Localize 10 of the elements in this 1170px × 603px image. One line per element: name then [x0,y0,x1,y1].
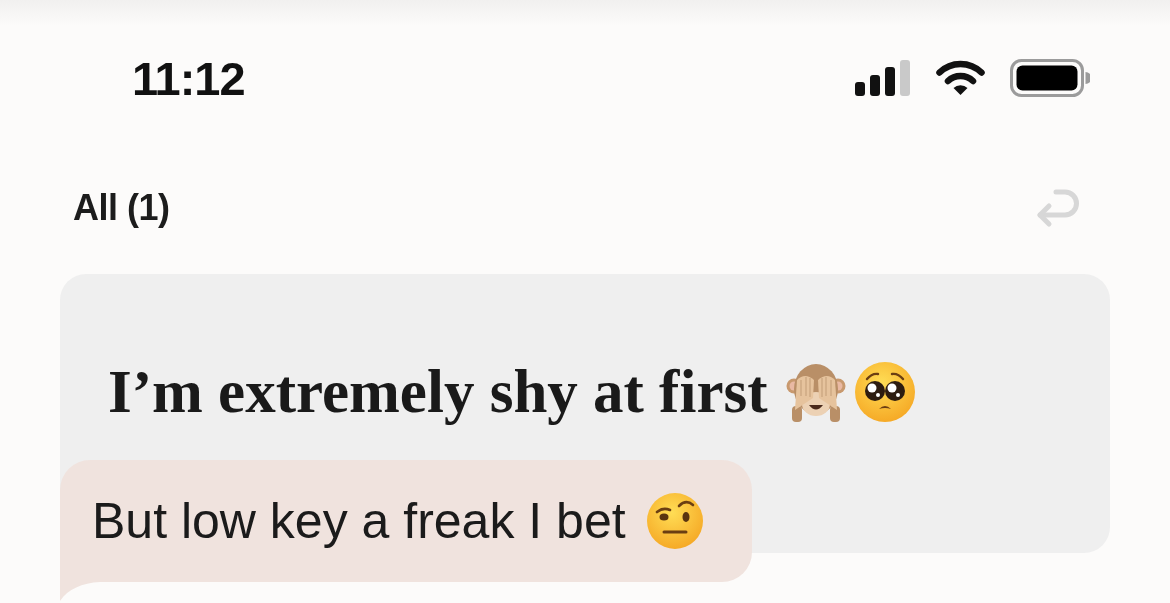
wifi-icon [935,60,986,96]
signal-icon [855,60,911,96]
monkey-covering-eyes-icon [785,361,846,422]
pleading-face-icon [853,360,916,423]
raised-eyebrow-face-icon [645,492,704,550]
filter-tab[interactable]: All (1) [73,187,170,229]
message-text: But low key a freak I bet [92,493,626,549]
prompt-text: I’m extremely shy at first [108,358,768,426]
status-time: 11:12 [132,54,245,102]
battery-icon [1010,59,1090,97]
